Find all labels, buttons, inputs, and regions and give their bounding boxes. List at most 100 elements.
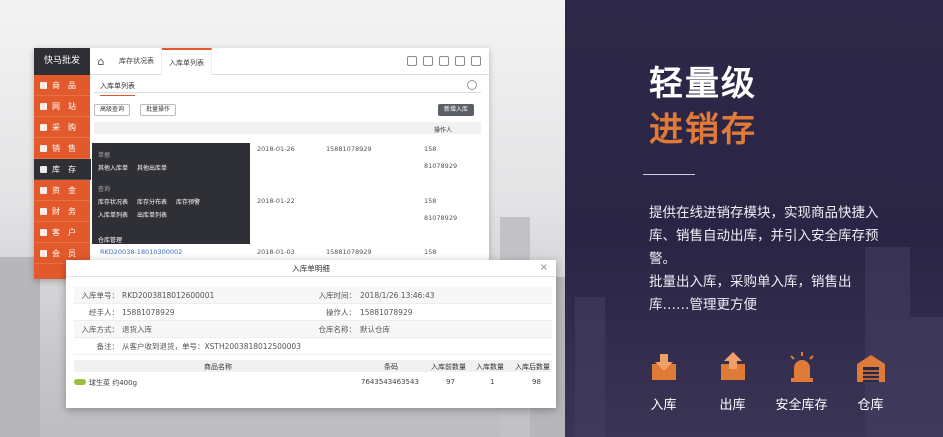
menu-group-query: 查询 <box>98 186 111 193</box>
order-no-value: RKD2003818012600001 <box>122 290 215 300</box>
divider <box>94 92 481 93</box>
menu-icon <box>40 228 47 236</box>
tab-stock-status[interactable]: 库存状况表 <box>112 48 162 75</box>
new-inbound-button[interactable]: 新增入库 <box>438 104 475 116</box>
advanced-search-button[interactable]: 高级查询 <box>94 104 131 116</box>
bell-icon[interactable] <box>423 56 433 66</box>
menu-item-other-inbound[interactable]: 其他入库单 <box>98 163 128 172</box>
goods-before: 97 <box>446 378 455 386</box>
column-header-name: 商品名称 <box>204 363 232 371</box>
refresh-icon[interactable] <box>407 56 417 66</box>
sidebar-item-label: 采 购 <box>52 122 76 132</box>
document-icon[interactable] <box>471 56 481 66</box>
menu-icon <box>40 207 47 215</box>
feature-warehouse: 仓库 <box>836 350 905 413</box>
feature-label: 安全库存 <box>775 398 828 413</box>
method-label: 入库方式： <box>81 324 120 334</box>
tab-inbound-list[interactable]: 入库单列表 <box>162 48 212 75</box>
sidebar-item[interactable]: 网 站 <box>34 96 90 117</box>
column-header-after: 入库后数量 <box>515 363 550 371</box>
row-date: 2018-01-03 <box>257 248 295 256</box>
menu-group-documents: 单据 <box>98 152 111 159</box>
batch-operation-button[interactable]: 批量操作 <box>140 104 177 116</box>
feature-safety-stock: 安全库存 <box>767 350 836 413</box>
detail-form: 入库单号： RKD2003818012600001 入库时间： 2018/1/2… <box>74 287 552 355</box>
sidebar-item-label: 库 存 <box>52 164 76 174</box>
alarm-light-icon <box>789 352 814 382</box>
menu-item-stock-alert[interactable]: 库存预警 <box>176 197 200 206</box>
column-header-before: 入库前数量 <box>431 363 466 371</box>
menu-icon <box>40 123 47 131</box>
feature-label: 出库 <box>719 398 746 413</box>
warehouse-icon <box>856 355 885 382</box>
menu-item-outbound-list[interactable]: 出库单列表 <box>137 210 167 219</box>
sidebar-item[interactable]: 商 品 <box>34 75 90 96</box>
table-row: 球生菜 约400g 7643543463543 97 1 98 <box>74 373 552 390</box>
handler-label: 经手人： <box>89 307 119 317</box>
sidebar-item[interactable]: 库 存 <box>34 159 91 180</box>
inbound-time-label: 入库时间： <box>318 290 357 300</box>
close-icon[interactable]: × <box>540 262 548 273</box>
note-value: 从客户收到退货，单号：XSTH2003818012500003 <box>122 341 301 351</box>
sidebar-item-label: 商 品 <box>52 80 76 90</box>
sidebar-item-label: 会 员 <box>52 248 76 258</box>
building-silhouette <box>910 317 943 437</box>
column-header-qty: 入库数量 <box>476 363 504 371</box>
sidebar-item[interactable]: 资 金 <box>34 180 90 201</box>
menu-icon <box>40 102 47 110</box>
promo-description-p2: 批量出入库，采购单入库，销售出库……管理更方便 <box>649 274 852 313</box>
user-icon[interactable] <box>439 56 449 66</box>
subtab-inbound-list[interactable]: 入库单列表 <box>100 81 135 96</box>
goods-after: 98 <box>532 378 541 386</box>
settings-icon[interactable] <box>455 56 465 66</box>
operator-label: 操作人： <box>326 307 356 317</box>
row-operator-cont: 81078929 <box>424 214 458 222</box>
warehouse-value: 默认仓库 <box>360 324 390 334</box>
divider <box>643 174 695 175</box>
menu-item-inbound-list[interactable]: 入库单列表 <box>98 210 128 219</box>
inbound-time-value: 2018/1/26 13:46:43 <box>360 290 435 300</box>
row-id-link[interactable]: RKD20038-18010300002 <box>100 248 182 256</box>
goods-barcode: 7643543463543 <box>361 378 419 386</box>
row-phone: 15881078929 <box>326 145 372 153</box>
feature-list: 入库 出库 安全库存 仓库 <box>629 350 905 413</box>
row-phone: 15881078929 <box>326 248 372 256</box>
row-operator: 158 <box>424 145 437 153</box>
sidebar-item-label: 销 售 <box>52 143 76 153</box>
sidebar-item-label: 客 户 <box>52 227 76 237</box>
sidebar-item-label: 财 务 <box>52 206 76 216</box>
goods-qty: 1 <box>490 378 495 386</box>
row-date: 2018-01-26 <box>257 145 295 153</box>
menu-item-warehouse-manage[interactable]: 仓库管理 <box>98 235 244 244</box>
method-value: 退货入库 <box>122 324 152 334</box>
dialog-title: 入库单明细 <box>66 260 556 277</box>
feature-label: 入库 <box>650 398 677 413</box>
row-date: 2018-01-22 <box>257 197 295 205</box>
feature-label: 仓库 <box>857 398 884 413</box>
sidebar-item-label: 网 站 <box>52 101 76 111</box>
sidebar-item[interactable]: 财 务 <box>34 201 90 222</box>
lettuce-thumbnail-icon <box>74 379 86 385</box>
app-logo: 快马批发 <box>34 48 90 75</box>
app-window: 快马批发 商 品网 站采 购销 售库 存资 金财 务客 户会 员 ⌂ 库存状况表… <box>34 48 489 279</box>
menu-icon <box>40 249 47 257</box>
menu-item-other-outbound[interactable]: 其他出库单 <box>137 163 167 172</box>
info-icon[interactable] <box>467 80 477 90</box>
home-icon[interactable]: ⌂ <box>90 55 112 68</box>
sidebar-item-label: 资 金 <box>52 185 76 195</box>
menu-item-stock-distribution[interactable]: 库存分布表 <box>137 197 167 206</box>
feature-outbound: 出库 <box>698 350 767 413</box>
column-header-barcode: 条码 <box>384 363 398 371</box>
stock-submenu: 单据 其他入库单 其他出库单 查询 库存状况表 库存分布表 库存预警 入库单列表… <box>92 143 250 244</box>
goods-table-header: 商品名称 条码 入库前数量 入库数量 入库后数量 <box>74 360 552 372</box>
promo-panel: 轻量级 进销存 提供在线进销存模块，实现商品快捷入库、销售自动出库，并引入安全库… <box>565 0 943 437</box>
inbound-detail-dialog: 入库单明细 × 入库单号： RKD2003818012600001 入库时间： … <box>66 260 556 408</box>
building-silhouette <box>575 297 605 437</box>
menu-item-stock-status[interactable]: 库存状况表 <box>98 197 128 206</box>
promo-description-p1: 提供在线进销存模块，实现商品快捷入库、销售自动出库，并引入安全库存预警。 <box>649 205 879 267</box>
operator-value: 15881078929 <box>360 307 413 317</box>
sidebar-item[interactable]: 采 购 <box>34 117 90 138</box>
top-bar: ⌂ 库存状况表 入库单列表 <box>90 48 489 75</box>
sidebar-item[interactable]: 客 户 <box>34 222 90 243</box>
sidebar-item[interactable]: 销 售 <box>34 138 90 159</box>
